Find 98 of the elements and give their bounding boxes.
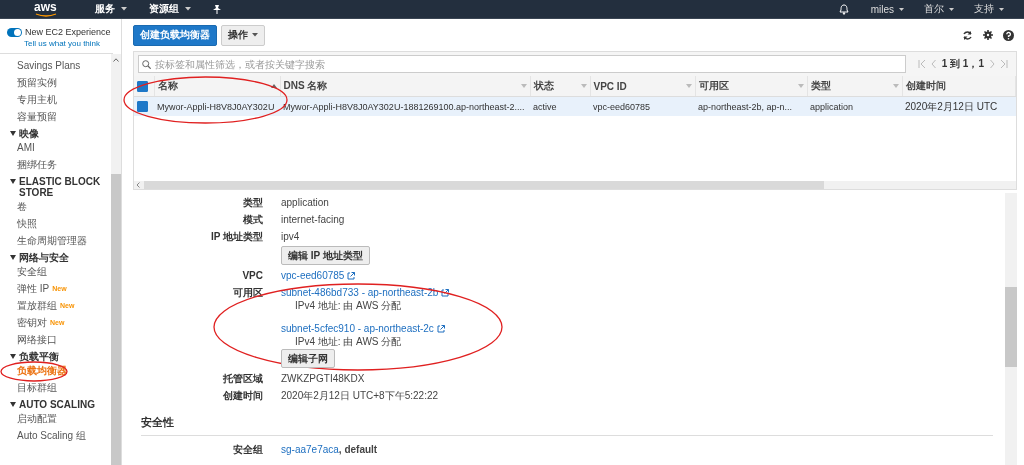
select-all-checkbox[interactable] bbox=[137, 80, 148, 92]
user-menu[interactable]: 首尔 bbox=[924, 2, 954, 16]
external-link-icon bbox=[436, 325, 445, 333]
sidebar-item[interactable]: 目标群组 bbox=[10, 379, 57, 396]
triangle-icon bbox=[10, 255, 16, 260]
nav-section-header[interactable]: 负载平衡 bbox=[19, 351, 59, 362]
last-page-icon bbox=[1001, 60, 1008, 68]
external-link-icon bbox=[347, 272, 356, 280]
triangle-icon bbox=[10, 354, 16, 359]
smile-icon bbox=[35, 12, 57, 17]
sidebar-item[interactable]: 生命周期管理器 bbox=[10, 232, 87, 249]
field-value: internet-facing bbox=[281, 213, 345, 227]
bell-icon bbox=[838, 3, 849, 15]
pagination-text: 1 到 1，1 bbox=[941, 57, 984, 71]
table-row[interactable]: Mywor-Appli-H8V8J0AY302U Mywor-Appli-H8V8J0AY302U-1881269100.ap-northeast-2.... active vpc-eed60785 ap-northeast-2b, ap-n... application 2020年2月12日 UTC bbox=[134, 96, 1016, 116]
caret-icon bbox=[999, 7, 1004, 11]
user-menu[interactable]: 支持 bbox=[974, 2, 1004, 16]
sidebar-item[interactable]: 快照 bbox=[10, 215, 37, 232]
user-menu[interactable]: miles bbox=[870, 3, 904, 15]
nav-section-header[interactable]: 网络与安全 bbox=[19, 252, 69, 263]
table-cell: application bbox=[810, 101, 854, 112]
section-title: 安全性 bbox=[141, 415, 993, 436]
table-cell: Mywor-Appli-H8V8J0AY302U-1881269100.ap-northeast-2.... bbox=[283, 101, 525, 112]
table-cell: 2020年2月12日 UTC bbox=[905, 100, 998, 112]
nav-section-header[interactable]: ELASTIC BLOCK STORE bbox=[19, 176, 111, 198]
caret-icon bbox=[899, 7, 904, 11]
sidebar-item[interactable]: 安全组 bbox=[10, 263, 47, 280]
actions-button[interactable]: 操作 bbox=[221, 24, 265, 46]
column-header[interactable]: 可用区 bbox=[698, 79, 729, 93]
column-header[interactable]: 类型 bbox=[810, 79, 831, 93]
field-value: , default bbox=[338, 444, 378, 455]
table-cell: ap-northeast-2b, ap-n... bbox=[698, 101, 793, 112]
field-label: 托管区域 bbox=[222, 372, 264, 386]
caret-icon bbox=[252, 33, 258, 37]
edit-button[interactable]: 编辑 IP 地址类型 bbox=[281, 246, 370, 265]
field-value: ipv4 bbox=[281, 230, 300, 244]
table-cell: active bbox=[533, 101, 557, 112]
sidebar-item[interactable]: 网络接口 bbox=[10, 331, 57, 348]
horizontal-scrollbar[interactable] bbox=[134, 181, 1016, 189]
field-value: 2020年2月12日 UTC+8下午5:22:22 bbox=[281, 389, 439, 403]
row-checkbox[interactable] bbox=[137, 101, 148, 113]
caret-icon bbox=[949, 7, 954, 11]
field-label: 可用区 bbox=[232, 286, 264, 300]
field-label: 模式 bbox=[242, 213, 264, 227]
scroll-up-icon[interactable] bbox=[113, 58, 119, 62]
create-load-balancer-button[interactable]: 创建负载均衡器 bbox=[133, 24, 217, 46]
search-icon bbox=[142, 60, 151, 69]
sidebar-item[interactable]: 预留实例 bbox=[10, 74, 57, 91]
feedback-link[interactable]: Tell us what you think bbox=[24, 39, 101, 48]
ip-assignment-text: IPv4 地址: 由 AWS 分配 bbox=[294, 299, 403, 312]
table-cell: Mywor-Appli-H8V8J0AY302U bbox=[157, 101, 275, 112]
next-page-icon bbox=[990, 60, 995, 68]
help-icon bbox=[1003, 29, 1014, 41]
field-label: 类型 bbox=[242, 196, 264, 210]
column-header[interactable]: 名称 bbox=[157, 79, 178, 93]
subnet-link[interactable]: subnet-5cfec910 - ap-northeast-2c bbox=[281, 323, 434, 334]
sidebar-item[interactable]: Auto Scaling 组 bbox=[10, 427, 86, 444]
ip-assignment-text: IPv4 地址: 由 AWS 分配 bbox=[294, 335, 403, 348]
nav-menu[interactable]: 资源组 bbox=[149, 2, 191, 16]
column-header[interactable]: VPC ID bbox=[593, 80, 627, 92]
triangle-icon bbox=[10, 131, 16, 136]
sidebar-item[interactable]: 专用主机 bbox=[10, 91, 57, 108]
sidebar-item[interactable]: AMI bbox=[10, 139, 35, 156]
edit-button[interactable]: 编辑子网 bbox=[281, 349, 335, 368]
security-group-link[interactable]: sg-aa7e7aca bbox=[281, 444, 339, 455]
toggle-switch[interactable] bbox=[7, 27, 22, 37]
pin-icon bbox=[213, 4, 221, 14]
sidebar-item[interactable]: Savings Plans bbox=[10, 57, 81, 74]
field-value: application bbox=[281, 196, 329, 210]
search-field[interactable]: 按标签和属性筛选，或者按关键字搜索 bbox=[138, 55, 906, 73]
details-scrollbar[interactable] bbox=[1005, 193, 1017, 465]
toggle-label: New EC2 Experience bbox=[25, 27, 111, 37]
sidebar-item[interactable]: 容量预留 bbox=[10, 108, 57, 125]
sidebar-item[interactable]: 启动配置 bbox=[10, 410, 57, 427]
subnet-link[interactable]: subnet-486bd733 - ap-northeast-2b bbox=[281, 287, 439, 298]
sidebar-scrollbar[interactable] bbox=[111, 54, 121, 465]
refresh-icon bbox=[962, 29, 973, 41]
external-link-icon bbox=[441, 289, 450, 297]
field-label: IP 地址类型 bbox=[209, 230, 264, 244]
logo-text[interactable]: aws bbox=[34, 1, 57, 13]
previous-page-icon bbox=[930, 60, 936, 68]
triangle-icon bbox=[10, 402, 16, 407]
triangle-icon bbox=[10, 179, 16, 184]
table-cell: vpc-eed60785 bbox=[593, 101, 651, 112]
field-label: 安全组 bbox=[232, 443, 264, 457]
column-header[interactable]: DNS 名称 bbox=[283, 79, 328, 93]
scroll-left-icon[interactable] bbox=[136, 182, 140, 188]
settings-icon bbox=[983, 30, 993, 40]
field-label: 创建时间 bbox=[222, 389, 264, 403]
sidebar-item[interactable]: 捆绑任务 bbox=[10, 156, 57, 173]
vpc-link[interactable]: vpc-eed60785 bbox=[281, 270, 345, 281]
field-value: ZWKZPGTI48KDX bbox=[281, 372, 365, 386]
first-page-icon bbox=[917, 60, 925, 68]
field-label: VPC bbox=[241, 269, 264, 283]
nav-menu[interactable]: 服务 bbox=[95, 2, 127, 16]
nav-section-header[interactable]: AUTO SCALING bbox=[19, 399, 95, 410]
nav-section-header[interactable]: 映像 bbox=[19, 128, 39, 139]
sidebar-item[interactable]: 卷 bbox=[10, 198, 27, 215]
